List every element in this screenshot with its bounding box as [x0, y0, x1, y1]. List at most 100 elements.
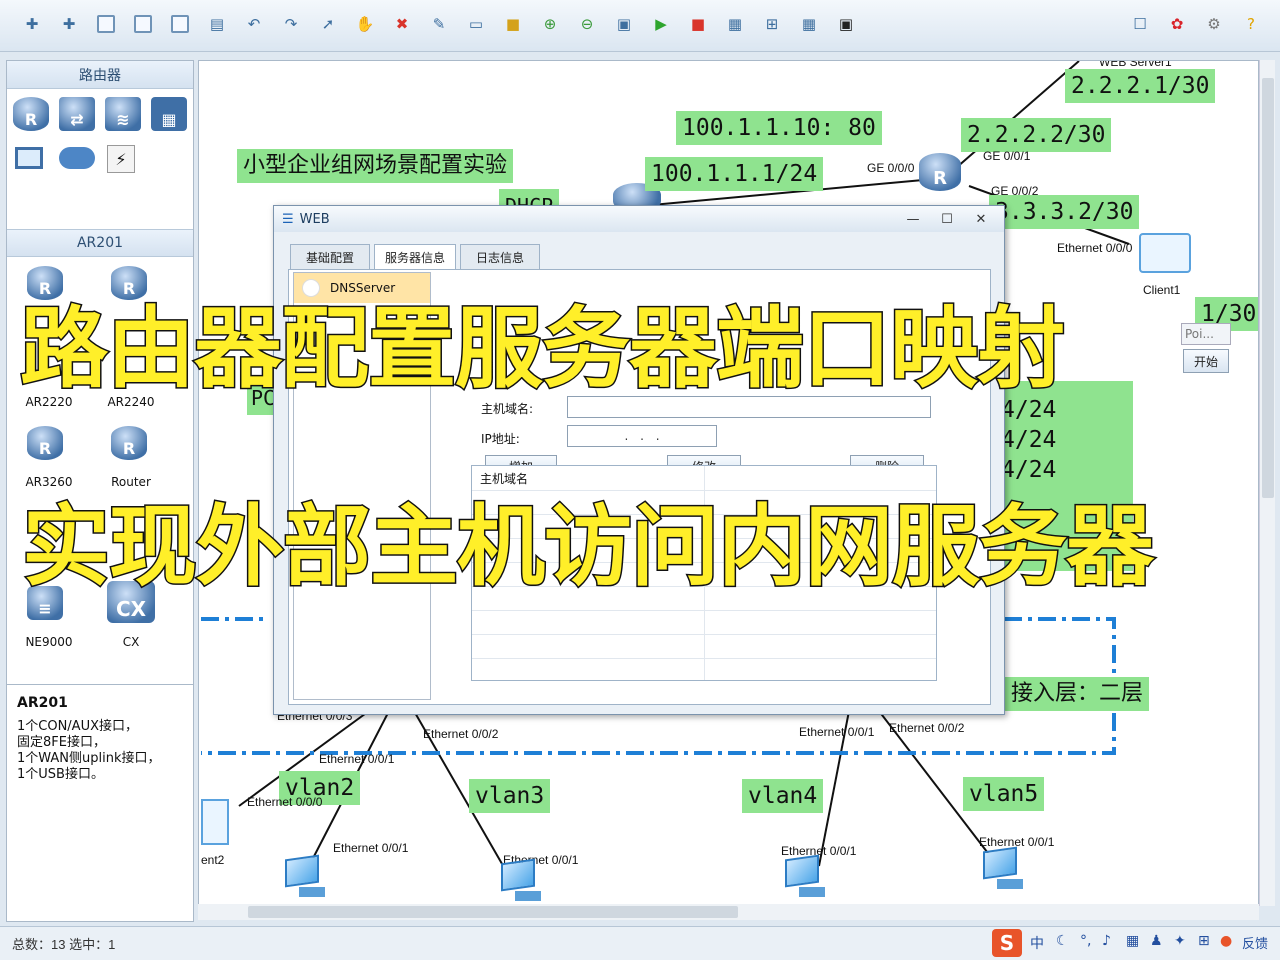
fit-icon[interactable]: ▣: [612, 12, 636, 36]
topology-icon[interactable]: ⊞: [760, 12, 784, 36]
connection-category-icon[interactable]: ⚡: [107, 145, 145, 179]
ip-label: 2.2.2.2/30: [961, 118, 1112, 152]
start-all-icon[interactable]: ▶: [649, 12, 673, 36]
screenshot-icon[interactable]: ▣: [834, 12, 858, 36]
interface-label: GE 0/0/0: [867, 161, 915, 175]
pc-icon[interactable]: [285, 854, 331, 901]
dialog-title-bar[interactable]: ☰ WEB: [274, 206, 1004, 232]
caption-line-2: 实现外部主机访问内网服务器: [20, 494, 1155, 600]
start-button[interactable]: 开始: [1183, 349, 1229, 373]
ime-logo-icon[interactable]: S: [992, 929, 1022, 957]
select-icon[interactable]: ➚: [316, 12, 340, 36]
interface-label: Ethernet 0/0/1: [333, 841, 409, 855]
tray-icon[interactable]: ●: [1220, 933, 1232, 949]
topology-title-label: 小型企业组网场景配置实验: [237, 149, 514, 183]
client1-label: Client1: [1143, 283, 1181, 297]
settings-icon[interactable]: ⚙: [1202, 12, 1226, 36]
user-icon[interactable]: ♟: [1150, 933, 1163, 949]
redo-icon[interactable]: ↷: [279, 12, 303, 36]
keyboard-icon[interactable]: ▦: [1126, 933, 1139, 949]
help-icon[interactable]: ?: [1239, 12, 1263, 36]
description-line: 1个USB接口。: [17, 767, 104, 782]
ip-address-input[interactable]: . . .: [567, 425, 717, 447]
nat-server-label: 100.1.1.10: 80: [676, 111, 882, 145]
switch-category-icon[interactable]: ⇄: [59, 97, 97, 131]
close-icon[interactable]: ✕: [966, 209, 996, 229]
web-server-label: WEB Server1: [1099, 60, 1172, 69]
ar3260-icon[interactable]: R: [27, 426, 65, 460]
new-topology-icon[interactable]: ✚: [20, 12, 44, 36]
client2-icon[interactable]: [201, 799, 229, 845]
apps-icon[interactable]: ⊞: [1198, 933, 1210, 949]
caption-line-1: 路由器配置服务器端口映射: [18, 296, 1066, 402]
interface-label: GE 0/0/1: [983, 149, 1031, 163]
vlan-label: vlan4: [742, 779, 824, 813]
interface-label: Ethernet 0/0/0: [1057, 241, 1133, 255]
description-line: 1个CON/AUX接口，: [17, 719, 138, 734]
maximize-icon[interactable]: ☐: [932, 209, 962, 229]
tab-basic-config[interactable]: 基础配置: [290, 244, 370, 270]
ar201-section-header[interactable]: AR201: [7, 229, 193, 257]
description-line: 1个WAN侧uplink接口，: [17, 751, 161, 766]
wireless-category-icon[interactable]: ≋: [105, 97, 143, 131]
save-icon[interactable]: [131, 12, 155, 36]
hand-icon[interactable]: ✋: [353, 12, 377, 36]
server-icon: ☰: [282, 211, 294, 227]
chat-icon[interactable]: ☐: [1128, 12, 1152, 36]
skin-icon[interactable]: ✦: [1174, 933, 1186, 949]
router-icon[interactable]: R: [111, 426, 149, 460]
rectangle-icon[interactable]: ■: [501, 12, 525, 36]
vertical-scroll-thumb[interactable]: [1262, 78, 1274, 498]
tab-server-info[interactable]: 服务器信息: [374, 244, 456, 270]
zoom-out-icon[interactable]: ⊖: [575, 12, 599, 36]
new-file-icon[interactable]: ✚: [57, 12, 81, 36]
pc-icon[interactable]: [983, 846, 1029, 893]
status-bar: 总数：13 选中：1 S 中 ☾ °, ♪ ▦ ♟ ✦ ⊞ ● 反馈: [0, 926, 1280, 960]
terminal-category-icon[interactable]: [15, 147, 53, 181]
client1-icon[interactable]: [1139, 233, 1191, 273]
open-icon[interactable]: [94, 12, 118, 36]
ip-label: 3.3.3.2/30: [989, 195, 1140, 229]
tab-log-info[interactable]: 日志信息: [460, 244, 540, 270]
pc-icon[interactable]: [785, 854, 831, 901]
undo-icon[interactable]: ↶: [242, 12, 266, 36]
capture-icon[interactable]: ▦: [723, 12, 747, 36]
punctuation-icon[interactable]: °,: [1080, 933, 1091, 949]
dialog-title: WEB: [299, 211, 330, 227]
device-label-ne9000: NE9000: [25, 635, 73, 649]
firewall-category-icon[interactable]: ▦: [151, 97, 189, 131]
status-text: 总数：13 选中：1: [12, 937, 116, 952]
print-icon[interactable]: ▤: [205, 12, 229, 36]
toolbar: ✚ ✚ ▤ ↶ ↷ ➚ ✋ ✖ ✎ ▭ ■ ⊕ ⊖ ▣ ▶ ■ ▦ ⊞ ▦ ▣ …: [0, 0, 1280, 52]
microphone-icon[interactable]: ♪: [1102, 933, 1111, 949]
clear-icon[interactable]: ✎: [427, 12, 451, 36]
horizontal-scroll-thumb[interactable]: [248, 906, 738, 918]
router-category-icon[interactable]: R: [13, 97, 51, 131]
ip-label: 2.2.2.1/30: [1065, 69, 1216, 103]
ime-mode[interactable]: 中: [1030, 933, 1044, 953]
vertical-scrollbar[interactable]: [1259, 60, 1275, 906]
minimize-icon[interactable]: —: [898, 209, 928, 229]
stop-all-icon[interactable]: ■: [686, 12, 710, 36]
vlan-label: vlan5: [963, 777, 1045, 811]
ip-label: 100.1.1.1/24: [645, 157, 824, 191]
tray-feedback[interactable]: 反馈: [1242, 933, 1268, 952]
core-router-icon[interactable]: R: [919, 153, 961, 191]
grid-icon[interactable]: ▦: [797, 12, 821, 36]
device-description: AR201 1个CON/AUX接口， 固定8FE接口， 1个WAN侧uplink…: [6, 684, 194, 922]
description-line: 固定8FE接口，: [17, 735, 106, 750]
delete-icon[interactable]: ✖: [390, 12, 414, 36]
interface-label: Ethernet 0/0/2: [889, 721, 965, 735]
moon-icon[interactable]: ☾: [1056, 933, 1069, 949]
save-as-icon[interactable]: [168, 12, 192, 36]
router-section-header[interactable]: 路由器: [7, 61, 193, 89]
interface-label: Ethernet 0/0/0: [247, 795, 323, 809]
zoom-in-icon[interactable]: ⊕: [538, 12, 562, 36]
huawei-logo-icon[interactable]: ✿: [1165, 12, 1189, 36]
horizontal-scrollbar[interactable]: [198, 904, 1259, 920]
cloud-category-icon[interactable]: [59, 147, 97, 181]
interface-label: Ethernet 0/0/1: [319, 752, 395, 766]
access-layer-label: 接入层：二层: [1005, 677, 1150, 711]
pc-icon[interactable]: [501, 858, 547, 905]
text-label-icon[interactable]: ▭: [464, 12, 488, 36]
